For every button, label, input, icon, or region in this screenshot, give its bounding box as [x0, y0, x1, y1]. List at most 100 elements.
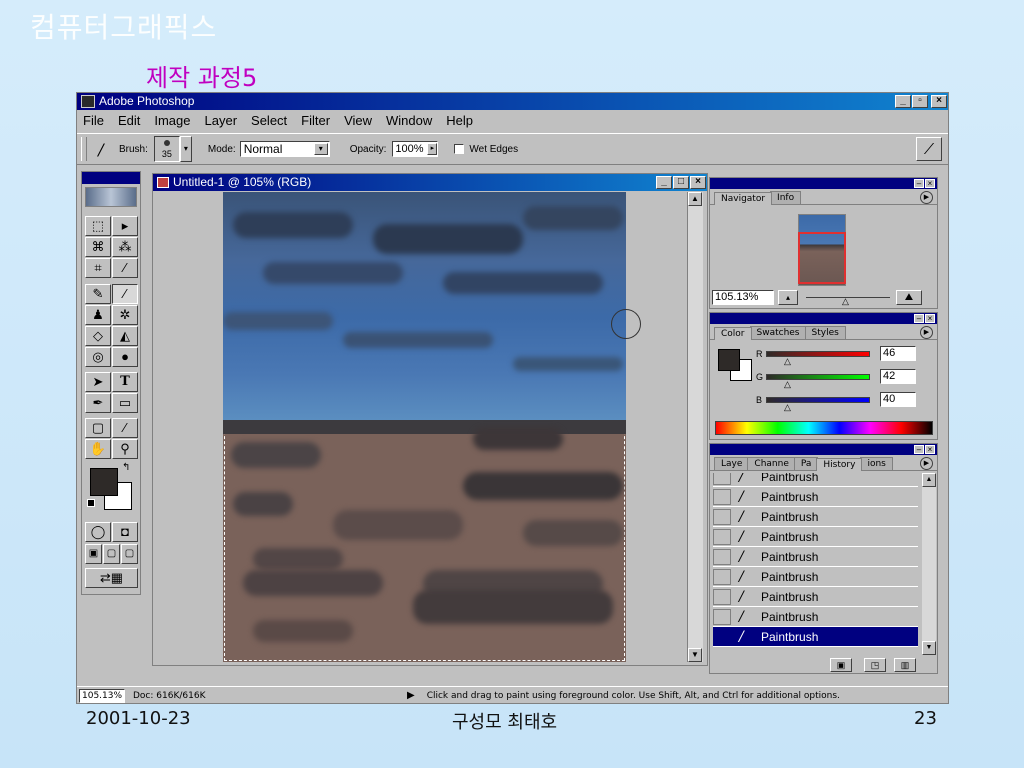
- color-spectrum-ramp[interactable]: [715, 421, 933, 435]
- opacity-field[interactable]: 100% ▸: [392, 141, 439, 157]
- palette-menu-arrow-icon[interactable]: ▶: [920, 326, 933, 339]
- default-colors-icon[interactable]: [87, 499, 95, 507]
- g-slider-thumb[interactable]: △: [784, 379, 791, 390]
- screen-mode-full-icon[interactable]: ▢: [121, 544, 138, 564]
- menu-view[interactable]: View: [344, 113, 372, 128]
- scroll-down-arrow-icon[interactable]: ▼: [922, 641, 936, 655]
- history-snapshot-checkbox[interactable]: [713, 473, 731, 485]
- lasso-tool-icon[interactable]: ⌘: [85, 237, 111, 257]
- scroll-up-arrow-icon[interactable]: ▲: [688, 192, 702, 206]
- history-snapshot-checkbox[interactable]: [713, 528, 731, 545]
- dodge-tool-icon[interactable]: ●: [112, 347, 138, 367]
- zoom-tool-icon[interactable]: ⚲: [112, 439, 138, 459]
- rectangle-tool-icon[interactable]: ▭: [112, 393, 138, 413]
- new-document-from-state-icon[interactable]: ▣: [830, 658, 852, 672]
- history-item[interactable]: / Paintbrush: [713, 607, 918, 627]
- type-tool-icon[interactable]: T: [112, 372, 138, 392]
- paintbrush-tool-icon[interactable]: /: [87, 140, 115, 159]
- blur-tool-icon[interactable]: ◎: [85, 347, 111, 367]
- palette-close-icon[interactable]: ×: [925, 445, 935, 454]
- tab-layers[interactable]: Laye: [714, 457, 750, 470]
- menu-window[interactable]: Window: [386, 113, 432, 128]
- screen-mode-full-menu-icon[interactable]: ▢: [103, 544, 120, 564]
- doc-close-button[interactable]: ×: [690, 176, 706, 189]
- r-slider-thumb[interactable]: △: [784, 356, 791, 367]
- minimize-button[interactable]: _: [895, 95, 911, 108]
- color-foreground-swatch[interactable]: [718, 349, 740, 371]
- history-item[interactable]: / Paintbrush: [713, 587, 918, 607]
- menu-layer[interactable]: Layer: [205, 113, 238, 128]
- history-item[interactable]: / Paintbrush: [713, 473, 918, 487]
- new-snapshot-icon[interactable]: ◳: [864, 658, 886, 672]
- trash-icon[interactable]: ▥: [894, 658, 916, 672]
- history-item[interactable]: / Paintbrush: [713, 487, 918, 507]
- menu-file[interactable]: File: [83, 113, 104, 128]
- doc-minimize-button[interactable]: _: [656, 176, 672, 189]
- palette-close-icon[interactable]: ×: [925, 314, 935, 323]
- b-slider-thumb[interactable]: △: [784, 402, 791, 413]
- wet-edges-checkbox[interactable]: [454, 144, 465, 154]
- path-select-tool-icon[interactable]: ➤: [85, 372, 111, 392]
- history-snapshot-checkbox[interactable]: [713, 508, 731, 525]
- tab-history[interactable]: History: [816, 458, 863, 471]
- menu-edit[interactable]: Edit: [118, 113, 140, 128]
- zoom-in-icon[interactable]: ⛰: [896, 290, 922, 305]
- pen-tool-icon[interactable]: ✒: [85, 393, 111, 413]
- r-value-field[interactable]: 46: [880, 346, 916, 361]
- restore-button[interactable]: ▫: [912, 95, 928, 108]
- history-snapshot-checkbox[interactable]: [713, 568, 731, 585]
- move-tool-icon[interactable]: ▸: [112, 216, 138, 236]
- history-item[interactable]: / Paintbrush: [713, 527, 918, 547]
- eraser-tool-icon[interactable]: ◇: [85, 326, 111, 346]
- close-button[interactable]: ×: [931, 95, 947, 108]
- brush-dropdown-button[interactable]: ▾: [179, 136, 192, 162]
- menu-filter[interactable]: Filter: [301, 113, 330, 128]
- paintbrush-tool-icon[interactable]: ∕: [112, 284, 138, 304]
- standard-mode-icon[interactable]: ◯: [85, 522, 111, 542]
- scroll-up-arrow-icon[interactable]: ▲: [922, 473, 936, 487]
- clone-stamp-tool-icon[interactable]: ♟: [85, 305, 111, 325]
- history-snapshot-checkbox[interactable]: [713, 548, 731, 565]
- healing-tool-icon[interactable]: ✎: [85, 284, 111, 304]
- doc-maximize-button[interactable]: □: [673, 176, 689, 189]
- paint-bucket-tool-icon[interactable]: ◭: [112, 326, 138, 346]
- menu-select[interactable]: Select: [251, 113, 287, 128]
- history-item[interactable]: / Paintbrush: [713, 567, 918, 587]
- hand-tool-icon[interactable]: ✋: [85, 439, 111, 459]
- history-scrollbar[interactable]: ▲ ▼: [922, 473, 936, 655]
- tab-channels[interactable]: Channe: [747, 457, 796, 470]
- status-zoom-field[interactable]: 105.13%: [79, 688, 125, 703]
- brush-preview[interactable]: 35: [153, 136, 180, 162]
- b-slider-track[interactable]: [766, 397, 870, 403]
- status-menu-arrow-icon[interactable]: ▶: [407, 690, 415, 701]
- tab-actions[interactable]: ions: [860, 457, 893, 470]
- zoom-out-icon[interactable]: ▴: [778, 290, 798, 305]
- zoom-slider-thumb[interactable]: △: [842, 296, 849, 307]
- menu-help[interactable]: Help: [446, 113, 473, 128]
- b-value-field[interactable]: 40: [880, 392, 916, 407]
- history-snapshot-checkbox[interactable]: [713, 488, 731, 505]
- image-canvas[interactable]: [223, 192, 626, 662]
- magic-wand-tool-icon[interactable]: ⁂: [112, 237, 138, 257]
- history-item[interactable]: / Paintbrush: [713, 507, 918, 527]
- quick-mask-mode-icon[interactable]: ◘: [112, 522, 138, 542]
- navigator-zoom-field[interactable]: 105.13%: [712, 290, 774, 305]
- g-slider-track[interactable]: [766, 374, 870, 380]
- marquee-tool-icon[interactable]: ⬚: [85, 216, 111, 236]
- notes-tool-icon[interactable]: ▢: [85, 418, 111, 438]
- swap-colors-icon[interactable]: ↰: [122, 462, 130, 473]
- foreground-color-swatch[interactable]: [90, 468, 118, 496]
- tab-paths[interactable]: Pa: [793, 457, 819, 470]
- palette-menu-arrow-icon[interactable]: ▶: [920, 457, 933, 470]
- jump-to-imageready-icon[interactable]: ⇄▦: [85, 568, 138, 588]
- menu-image[interactable]: Image: [154, 113, 190, 128]
- tab-info[interactable]: Info: [770, 191, 802, 204]
- scroll-down-arrow-icon[interactable]: ▼: [688, 648, 702, 662]
- history-brush-tool-icon[interactable]: ✲: [112, 305, 138, 325]
- document-vertical-scrollbar[interactable]: ▲ ▼: [687, 192, 703, 662]
- history-item[interactable]: / Paintbrush: [713, 547, 918, 567]
- palette-minimize-icon[interactable]: ‒: [914, 179, 924, 188]
- screen-mode-standard-icon[interactable]: ▣: [85, 544, 102, 564]
- palette-minimize-icon[interactable]: ‒: [914, 445, 924, 454]
- history-snapshot-checkbox[interactable]: [713, 588, 731, 605]
